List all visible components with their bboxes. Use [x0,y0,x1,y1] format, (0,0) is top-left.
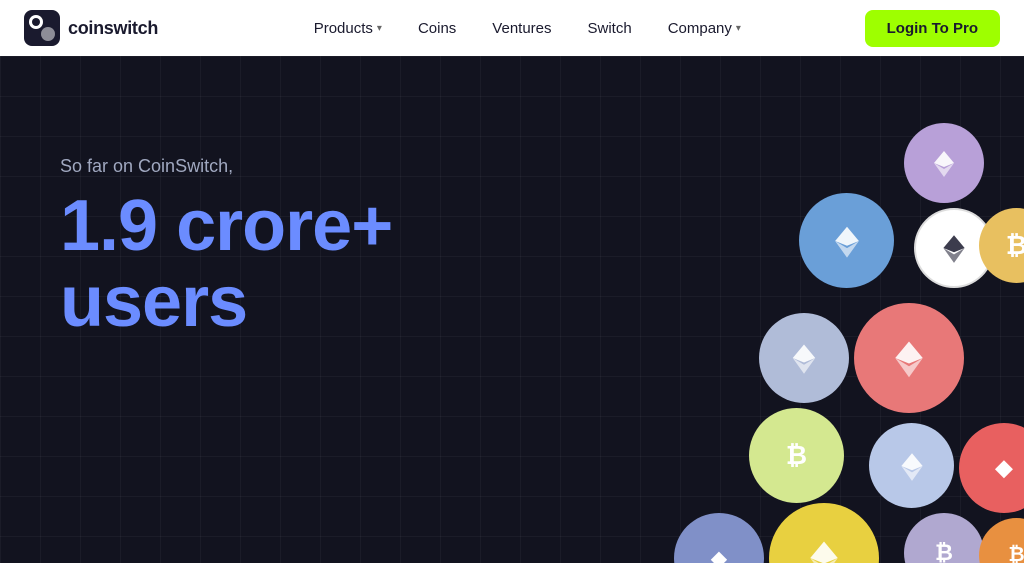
hero-subtitle: So far on CoinSwitch, [60,156,392,177]
nav-right: Login To Pro [865,10,1000,47]
crypto-circle-eth-lightblue [759,313,849,403]
nav-products[interactable]: Products ▾ [298,12,398,45]
navbar: coinswitch Products ▾ Coins Ventures Swi… [0,0,1024,56]
coinswitch-logo-icon [24,10,60,46]
crypto-circle-eth-blue [799,193,894,288]
hero-section: So far on CoinSwitch, 1.9 crore+ users ₿ [0,56,1024,563]
chevron-down-icon-2: ▾ [736,23,741,34]
login-to-pro-button[interactable]: Login To Pro [865,10,1000,47]
crypto-circle-eth-purple [904,123,984,203]
nav-links: Products ▾ Coins Ventures Switch Company… [198,12,857,45]
nav-switch[interactable]: Switch [572,12,648,45]
crypto-circle-btc-lavender: ₿ [904,513,984,563]
hero-content: So far on CoinSwitch, 1.9 crore+ users [60,156,392,340]
crypto-circle-eth-periwinkle [869,423,954,508]
nav-coins[interactable]: Coins [402,12,472,45]
nav-ventures[interactable]: Ventures [476,12,567,45]
crypto-circle-btc-orange: ₿ [979,518,1024,563]
crypto-circle-btc-green: ₿ [749,408,844,503]
crypto-circles-area: ₿ ₿ ◆ ◆ ₿ ₿ [624,113,1024,563]
nav-company[interactable]: Company ▾ [652,12,757,45]
crypto-circle-eth-yellow [769,503,879,563]
crypto-circle-eth-salmon [854,303,964,413]
hero-stat: 1.9 crore+ users [60,189,392,340]
chevron-down-icon: ▾ [377,23,382,34]
logo[interactable]: coinswitch [24,10,158,46]
crypto-circle-dia-purple: ◆ [674,513,764,563]
logo-text: coinswitch [68,18,158,39]
crypto-circle-dia-red: ◆ [959,423,1024,513]
